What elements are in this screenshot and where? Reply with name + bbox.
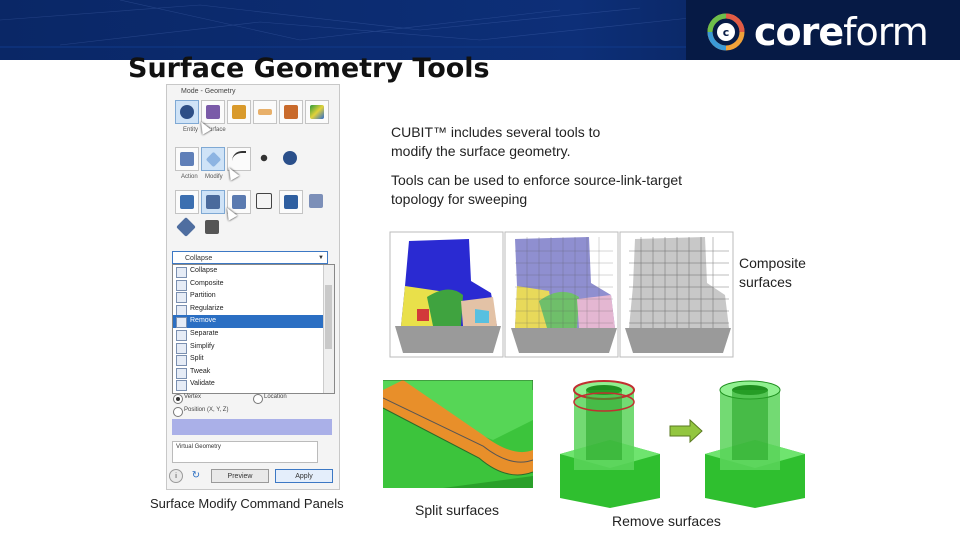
- dropdown-item[interactable]: Split: [173, 353, 334, 367]
- tool-entity-field[interactable]: [305, 100, 329, 124]
- dropdown-scrollbar[interactable]: [323, 265, 334, 393]
- dropdown-item-label: Split: [190, 355, 204, 363]
- brand-name-bold: core: [754, 10, 844, 54]
- operation-icon: [176, 292, 187, 304]
- dropdown-item-label: Simplify: [190, 342, 215, 350]
- composite-surfaces-image: [389, 231, 734, 358]
- operation-dropdown-list[interactable]: Collapse Composite Partition Regularize Remo…: [172, 264, 335, 394]
- reset-button[interactable]: ↻: [189, 469, 203, 483]
- operation-icon: [176, 329, 187, 341]
- dropdown-item[interactable]: Separate: [173, 328, 334, 341]
- body-text-sweeping: Tools can be used to enforce source-link…: [391, 172, 683, 207]
- apply-button[interactable]: Apply: [275, 469, 333, 483]
- dropdown-item-label: Collapse: [190, 267, 218, 274]
- operation-icon: [176, 317, 187, 329]
- dropdown-item-label: Regularize: [190, 304, 224, 312]
- dropdown-item[interactable]: Remove: [173, 315, 334, 329]
- tool-op-1[interactable]: [175, 190, 199, 214]
- caption-split-surfaces: Split surfaces: [415, 502, 500, 518]
- info-icon: i: [175, 473, 177, 480]
- dropdown-item-label: Tweak: [190, 367, 211, 375]
- operation-icon: [176, 380, 187, 392]
- apply-label: Apply: [295, 473, 313, 480]
- radio-location-label: Location: [264, 394, 287, 400]
- virtual-geometry-box: Virtual Geometry: [172, 441, 318, 463]
- dropdown-item[interactable]: Validate: [173, 378, 334, 392]
- tool-op-7[interactable]: [175, 216, 197, 238]
- caption-command-panels: Surface Modify Command Panels: [150, 496, 344, 511]
- operation-icon: [176, 367, 187, 379]
- refresh-icon: ↻: [191, 470, 201, 481]
- brand-name-light: form: [843, 10, 929, 54]
- dropdown-item-label: Composite: [190, 279, 224, 287]
- mode-label: Mode - Geometry: [181, 88, 236, 95]
- tool-entity-volume[interactable]: [175, 100, 199, 124]
- tool-op-6[interactable]: [305, 190, 327, 212]
- tool-action-light[interactable]: [253, 147, 275, 169]
- preview-button[interactable]: Preview: [211, 469, 269, 483]
- dropdown-item[interactable]: Simplify: [173, 341, 334, 354]
- virtual-geometry-label: Virtual Geometry: [176, 444, 221, 450]
- tool-op-8[interactable]: [201, 216, 223, 238]
- tool-entity-cube[interactable]: [227, 100, 251, 124]
- tool-entity-curve[interactable]: [253, 100, 277, 124]
- radio-position[interactable]: [173, 407, 183, 417]
- dropdown-item[interactable]: Partition: [173, 290, 334, 304]
- radio-position-label: Position (X, Y, Z): [184, 407, 229, 413]
- operation-combobox-value: Collapse: [185, 255, 213, 262]
- surface-modify-command-panel: Mode - Geometry Entity Surface Action Mo…: [166, 84, 340, 490]
- dropdown-item-label: Separate: [190, 329, 219, 337]
- label-composite-surfaces: Composite surfaces: [739, 255, 806, 290]
- operation-icon: [176, 279, 187, 291]
- radio-location[interactable]: [253, 394, 263, 404]
- dropdown-item[interactable]: Regularize: [173, 303, 334, 316]
- dropdown-item[interactable]: Tweak: [173, 366, 334, 379]
- tool-op-5[interactable]: [279, 190, 303, 214]
- coreform-logo-icon: c: [707, 13, 745, 51]
- row2-caption-action: Action: [181, 174, 198, 180]
- radio-vertex-label: Vertex: [184, 394, 202, 400]
- dropdown-item[interactable]: Collapse: [173, 265, 334, 278]
- tool-action-modify[interactable]: [201, 147, 225, 171]
- row2-caption-modify: Modify: [205, 174, 223, 180]
- operation-icon: [176, 304, 187, 316]
- dropdown-item[interactable]: Composite: [173, 278, 334, 291]
- scrollbar-thumb[interactable]: [325, 285, 332, 349]
- row1-caption-entity: Entity: [183, 127, 199, 133]
- tool-op-4[interactable]: [253, 190, 275, 212]
- tool-action-create[interactable]: [175, 147, 199, 171]
- caption-remove-surfaces: Remove surfaces: [612, 513, 721, 529]
- body-text-tools: CUBIT™ includes several tools to modify …: [391, 124, 601, 159]
- operation-icon: [176, 267, 187, 278]
- slide-title: Surface Geometry Tools: [128, 53, 490, 84]
- tool-entity-brick[interactable]: [279, 100, 303, 124]
- preview-label: Preview: [227, 473, 253, 480]
- dropdown-item-label: Validate: [190, 380, 215, 388]
- operation-icon: [176, 342, 187, 354]
- tool-op-2[interactable]: [201, 190, 225, 214]
- tool-action-settings[interactable]: [279, 147, 301, 169]
- svg-text:c: c: [723, 26, 730, 39]
- info-button[interactable]: i: [169, 469, 183, 483]
- operation-icon: [176, 355, 187, 367]
- selection-field[interactable]: [172, 419, 332, 435]
- coreform-logo: c coreform: [706, 10, 946, 54]
- radio-vertex[interactable]: [173, 394, 183, 404]
- dropdown-item-label: Partition: [190, 292, 216, 300]
- split-surfaces-image: [383, 380, 533, 488]
- operation-combobox[interactable]: Collapse ▼: [172, 251, 328, 264]
- remove-surfaces-image: [560, 376, 815, 508]
- dropdown-item-label: Remove: [190, 317, 217, 325]
